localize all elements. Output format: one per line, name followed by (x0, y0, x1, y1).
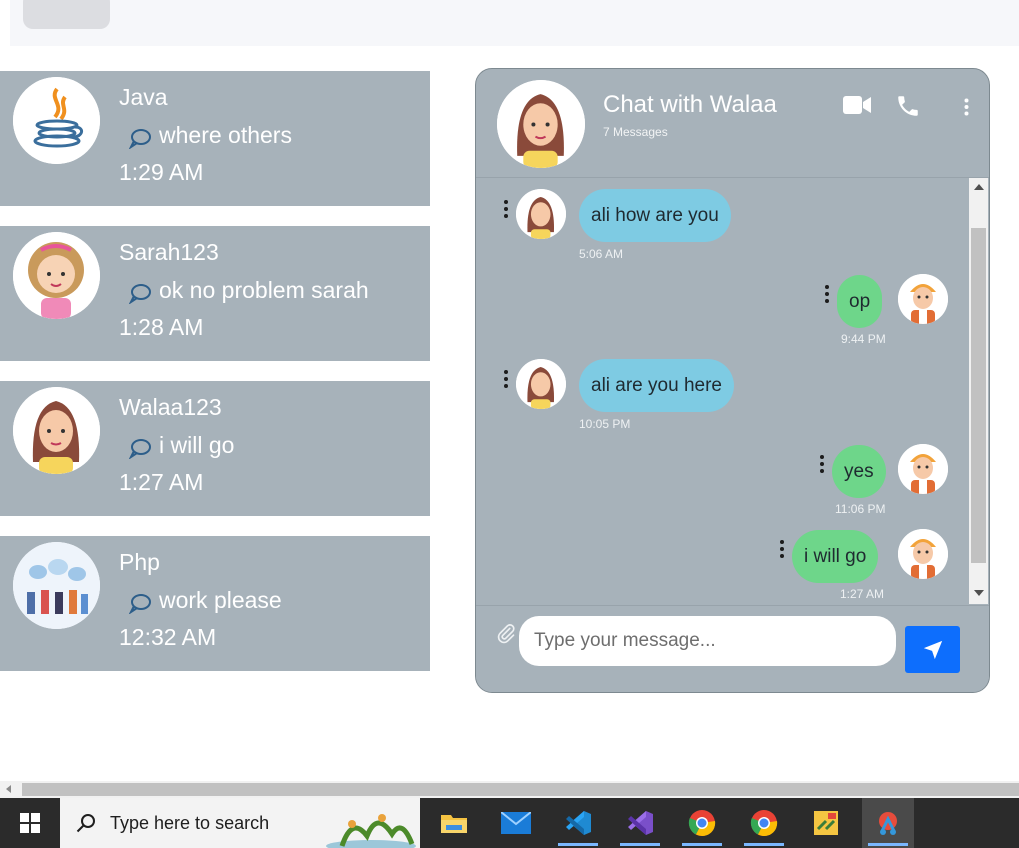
message-options-icon[interactable] (780, 540, 784, 561)
conversation-last-message-text: i will go (159, 431, 235, 458)
app-root: Java where others 1:29 AM Sarah123 ok no… (0, 0, 1019, 848)
conversation-item-sarah123[interactable]: Sarah123 ok no problem sarah 1:28 AM (0, 226, 430, 361)
conversation-last-message: ok no problem sarah (128, 276, 369, 304)
chat-title: Chat with Walaa (603, 91, 777, 118)
conversation-time: 1:28 AM (119, 314, 204, 340)
message-options-icon[interactable] (504, 200, 508, 221)
horizontal-scroll-thumb[interactable] (22, 783, 1019, 796)
message-bubble-icon (128, 284, 151, 304)
conversation-name: Sarah123 (119, 239, 219, 265)
message-time: 10:05 PM (579, 417, 631, 431)
girl-avatar (13, 387, 100, 474)
conversation-time: 1:27 AM (119, 469, 204, 495)
message-bubble: op (837, 275, 883, 328)
scroll-left-arrow-icon[interactable] (6, 785, 11, 793)
my-avatar (898, 274, 948, 324)
taskbar: Type here to search (0, 798, 1019, 848)
chat-panel: Chat with Walaa 7 Messages ali how are y… (475, 68, 990, 693)
search-highlight-plants-icon (326, 814, 416, 848)
message-options-icon[interactable] (504, 370, 508, 391)
conversation-last-message: work please (128, 586, 282, 614)
taskbar-search-box[interactable]: Type here to search (60, 798, 420, 848)
conversation-last-message-text: work please (159, 586, 282, 613)
message-count: 7 Messages (603, 125, 668, 139)
windows-logo-icon (20, 813, 40, 833)
paperclip-icon[interactable] (496, 622, 516, 644)
chrome-icon[interactable] (738, 798, 790, 848)
curly-girl-avatar (13, 232, 100, 319)
send-arrow-icon (923, 640, 942, 659)
message-time: 9:44 PM (841, 332, 886, 346)
active-indicator (558, 843, 598, 846)
tool-icon[interactable] (800, 798, 852, 848)
conversation-last-message-text: ok no problem sarah (159, 276, 369, 303)
sender-avatar (516, 359, 566, 409)
visual-studio-icon[interactable] (614, 798, 666, 848)
message-bubble: ali how are you (579, 189, 731, 242)
more-options-icon[interactable] (964, 98, 969, 116)
phone-call-icon[interactable] (895, 93, 921, 119)
conversation-time: 12:32 AM (119, 624, 217, 650)
my-avatar (898, 529, 948, 579)
mail-icon[interactable] (490, 798, 542, 848)
conversation-name: Walaa123 (119, 394, 222, 420)
active-indicator (620, 843, 660, 846)
conversation-item-walaa123[interactable]: Walaa123 i will go 1:27 AM (0, 381, 430, 516)
conversation-item-java[interactable]: Java where others 1:29 AM (0, 71, 430, 206)
conversation-last-message: i will go (128, 431, 234, 459)
video-call-icon[interactable] (843, 96, 871, 114)
active-indicator (868, 843, 908, 846)
my-avatar (898, 444, 948, 494)
conversation-last-message: where others (128, 121, 292, 149)
scroll-up-arrow-icon[interactable] (974, 184, 984, 190)
message-options-icon[interactable] (825, 285, 829, 306)
message-time: 11:06 PM (835, 502, 886, 516)
message-time: 1:27 AM (840, 587, 885, 601)
page-horizontal-scrollbar[interactable] (0, 781, 1019, 798)
conversation-last-message-text: where others (159, 121, 292, 148)
message-list[interactable]: ali how are you 5:06 AM op 9:44 PM ali a… (476, 177, 989, 605)
search-placeholder: Type here to search (110, 813, 270, 833)
message-input[interactable] (519, 616, 896, 666)
java-logo-icon (13, 77, 100, 164)
sender-avatar (516, 189, 566, 239)
message-scrollbar[interactable] (969, 178, 988, 604)
message-bubble: yes (832, 445, 886, 498)
file-explorer-icon[interactable] (428, 798, 480, 848)
message-composer (476, 605, 989, 692)
message-bubble: ali are you here (579, 359, 734, 412)
active-indicator (744, 843, 784, 846)
message-bubble-icon (128, 439, 151, 459)
top-bar (10, 0, 1019, 46)
message-time: 5:06 AM (579, 247, 624, 261)
conversation-time: 1:29 AM (119, 159, 204, 185)
message-bubble: i will go (792, 530, 879, 583)
conversation-name: Php (119, 549, 160, 575)
scroll-thumb[interactable] (971, 228, 986, 563)
message-bubble-icon (128, 129, 151, 149)
search-icon (76, 814, 95, 833)
conversation-name: Java (119, 84, 168, 110)
chat-header: Chat with Walaa 7 Messages (476, 69, 989, 177)
active-indicator (682, 843, 722, 846)
send-button[interactable] (905, 626, 960, 673)
message-bubble-icon (128, 594, 151, 614)
start-button[interactable] (0, 798, 60, 848)
top-bar-button[interactable] (23, 0, 110, 29)
chat-contact-avatar (497, 80, 585, 168)
message-options-icon[interactable] (820, 455, 824, 476)
conversation-item-php[interactable]: Php work please 12:32 AM (0, 536, 430, 671)
vscode-icon[interactable] (552, 798, 604, 848)
group-meeting-avatar (13, 542, 100, 629)
app-icon[interactable] (862, 798, 914, 848)
scroll-down-arrow-icon[interactable] (974, 590, 984, 596)
chrome-icon[interactable] (676, 798, 728, 848)
